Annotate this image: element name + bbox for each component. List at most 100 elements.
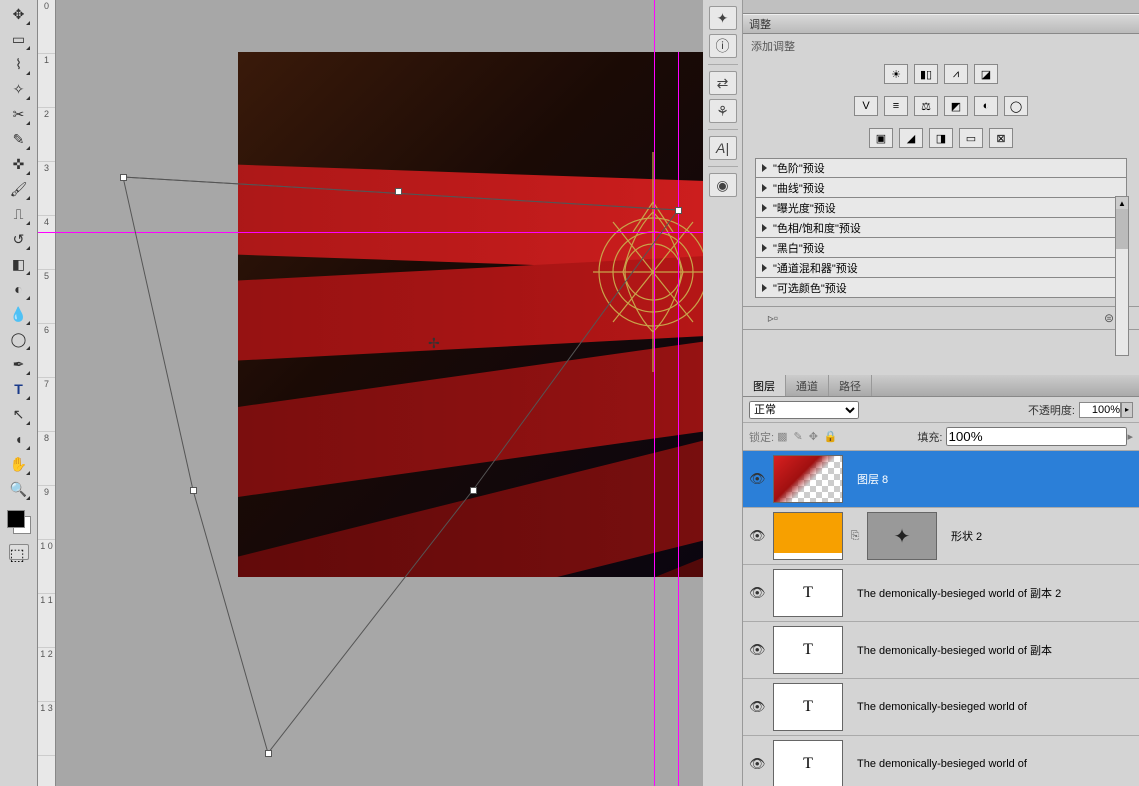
bw-icon[interactable]: ◩ <box>944 96 968 116</box>
gradient-map-icon[interactable]: ▭ <box>959 128 983 148</box>
tab-channels[interactable]: 通道 <box>786 375 829 396</box>
lock-all-icon[interactable]: 🔒 <box>824 430 838 443</box>
balance-icon[interactable]: ⚖ <box>914 96 938 116</box>
photo-filter-icon[interactable]: ◐ <box>974 96 998 116</box>
exposure-icon[interactable]: ◪ <box>974 64 998 84</box>
adjustments-panel-header[interactable]: 调整 <box>743 14 1139 34</box>
hand-tool[interactable]: ✋ <box>7 452 31 476</box>
visibility-icon[interactable]: 👁 <box>749 642 767 658</box>
brightness-icon[interactable]: ☀ <box>884 64 908 84</box>
preset-item[interactable]: "曲线"预设 <box>755 178 1127 198</box>
levels-icon[interactable]: ▮▯ <box>914 64 938 84</box>
invert-icon[interactable]: ▣ <box>869 128 893 148</box>
preset-item[interactable]: "色相/饱和度"预设 <box>755 218 1127 238</box>
lock-position-icon[interactable]: ✥ <box>809 430 818 443</box>
layer-name[interactable]: 形状 2 <box>951 528 1133 544</box>
artwork-canvas[interactable] <box>238 52 713 577</box>
camera-icon[interactable]: ◉ <box>709 173 737 197</box>
move-tool[interactable]: ✥ <box>7 2 31 26</box>
guide-vertical[interactable] <box>654 0 655 786</box>
transform-pivot[interactable]: ✢ <box>428 335 442 349</box>
presets-scrollbar[interactable]: ▲ <box>1115 196 1129 356</box>
layer-thumbnail[interactable] <box>773 455 843 503</box>
color-swatch[interactable] <box>5 508 33 536</box>
path-select-tool[interactable]: ↖ <box>7 402 31 426</box>
layer-type-thumbnail[interactable]: T <box>773 740 843 786</box>
character-icon[interactable]: A| <box>709 136 737 160</box>
visibility-icon[interactable]: 👁 <box>749 528 767 544</box>
layer-row[interactable]: 👁 图层 8 <box>743 451 1139 508</box>
fill-dropdown-icon[interactable]: ▸ <box>1127 430 1133 443</box>
layer-row[interactable]: 👁 ⎘ ✦ 形状 2 <box>743 508 1139 565</box>
crop-tool[interactable]: ✂ <box>7 102 31 126</box>
brush-tool[interactable]: 🖌 <box>7 177 31 201</box>
preset-item[interactable]: "黑白"预设 <box>755 238 1127 258</box>
pen-tool[interactable]: ✒ <box>7 352 31 376</box>
vibrance-icon[interactable]: V <box>854 96 878 116</box>
hue-icon[interactable]: ≡ <box>884 96 908 116</box>
layer-name[interactable]: The demonically-besieged world of 副本 <box>857 642 1133 658</box>
shape-tool[interactable]: ◖ <box>7 427 31 451</box>
layer-row[interactable]: 👁 T The demonically-besieged world of 副本 <box>743 622 1139 679</box>
transform-handle[interactable] <box>120 174 127 181</box>
transform-handle[interactable] <box>395 188 402 195</box>
history-brush-tool[interactable]: ↺ <box>7 227 31 251</box>
preset-item[interactable]: "色阶"预设 <box>755 158 1127 178</box>
guide-horizontal[interactable] <box>38 232 703 233</box>
layer-name[interactable]: The demonically-besieged world of <box>857 701 1133 713</box>
visibility-icon[interactable]: 👁 <box>749 756 767 772</box>
threshold-icon[interactable]: ◨ <box>929 128 953 148</box>
layer-type-thumbnail[interactable]: T <box>773 626 843 674</box>
layer-row[interactable]: 👁 T The demonically-besieged world of <box>743 679 1139 736</box>
layer-name[interactable]: The demonically-besieged world of 副本 2 <box>857 585 1133 601</box>
eraser-tool[interactable]: ◧ <box>7 252 31 276</box>
layer-row[interactable]: 👁 T The demonically-besieged world of 副本… <box>743 565 1139 622</box>
expand-icon[interactable]: ▹▫ <box>763 310 783 326</box>
transform-handle[interactable] <box>675 207 682 214</box>
layer-type-thumbnail[interactable]: T <box>773 569 843 617</box>
transform-handle[interactable] <box>265 750 272 757</box>
lock-paint-icon[interactable]: ✎ <box>793 430 802 443</box>
layer-fill-thumbnail[interactable] <box>773 512 843 560</box>
layer-type-thumbnail[interactable]: T <box>773 683 843 731</box>
swatches-icon[interactable]: ⇄ <box>709 71 737 95</box>
fill-input[interactable] <box>946 427 1127 446</box>
marquee-tool[interactable]: ▭ <box>7 27 31 51</box>
preset-item[interactable]: "曝光度"预设 <box>755 198 1127 218</box>
link-icon[interactable]: ⎘ <box>849 530 861 543</box>
type-tool[interactable]: T <box>7 377 31 401</box>
tab-layers[interactable]: 图层 <box>743 375 786 396</box>
layer-mask-thumbnail[interactable]: ✦ <box>867 512 937 560</box>
navigator-icon[interactable]: ✦ <box>709 6 737 30</box>
zoom-tool[interactable]: 🔍 <box>7 477 31 501</box>
styles-icon[interactable]: ⚘ <box>709 99 737 123</box>
lasso-tool[interactable]: ⌇ <box>7 52 31 76</box>
preset-item[interactable]: "通道混和器"预设 <box>755 258 1127 278</box>
blur-tool[interactable]: 💧 <box>7 302 31 326</box>
opacity-dropdown-icon[interactable]: ▸ <box>1121 402 1133 418</box>
visibility-icon[interactable]: 👁 <box>749 471 767 487</box>
transform-handle[interactable] <box>470 487 477 494</box>
dodge-tool[interactable]: ◯ <box>7 327 31 351</box>
preset-item[interactable]: "可选颜色"预设 <box>755 278 1127 298</box>
selective-color-icon[interactable]: ⊠ <box>989 128 1013 148</box>
heal-tool[interactable]: ✜ <box>7 152 31 176</box>
visibility-icon[interactable]: 👁 <box>749 699 767 715</box>
wand-tool[interactable]: ✧ <box>7 77 31 101</box>
guide-vertical-2[interactable] <box>678 52 679 786</box>
channel-mixer-icon[interactable]: ◯ <box>1004 96 1028 116</box>
visibility-icon[interactable]: 👁 <box>749 585 767 601</box>
info-icon[interactable]: ⓘ <box>709 34 737 58</box>
posterize-icon[interactable]: ◢ <box>899 128 923 148</box>
opacity-input[interactable] <box>1079 402 1121 418</box>
gradient-tool[interactable]: ◐ <box>7 277 31 301</box>
transform-handle[interactable] <box>190 487 197 494</box>
lock-transparent-icon[interactable]: ▩ <box>777 430 787 443</box>
layer-name[interactable]: The demonically-besieged world of <box>857 758 1133 770</box>
eyedropper-tool[interactable]: ✎ <box>7 127 31 151</box>
stamp-tool[interactable]: ⎍ <box>7 202 31 226</box>
curves-icon[interactable]: ⩘ <box>944 64 968 84</box>
layer-row[interactable]: 👁 T The demonically-besieged world of <box>743 736 1139 786</box>
tab-paths[interactable]: 路径 <box>829 375 872 396</box>
layer-name[interactable]: 图层 8 <box>857 471 1133 487</box>
